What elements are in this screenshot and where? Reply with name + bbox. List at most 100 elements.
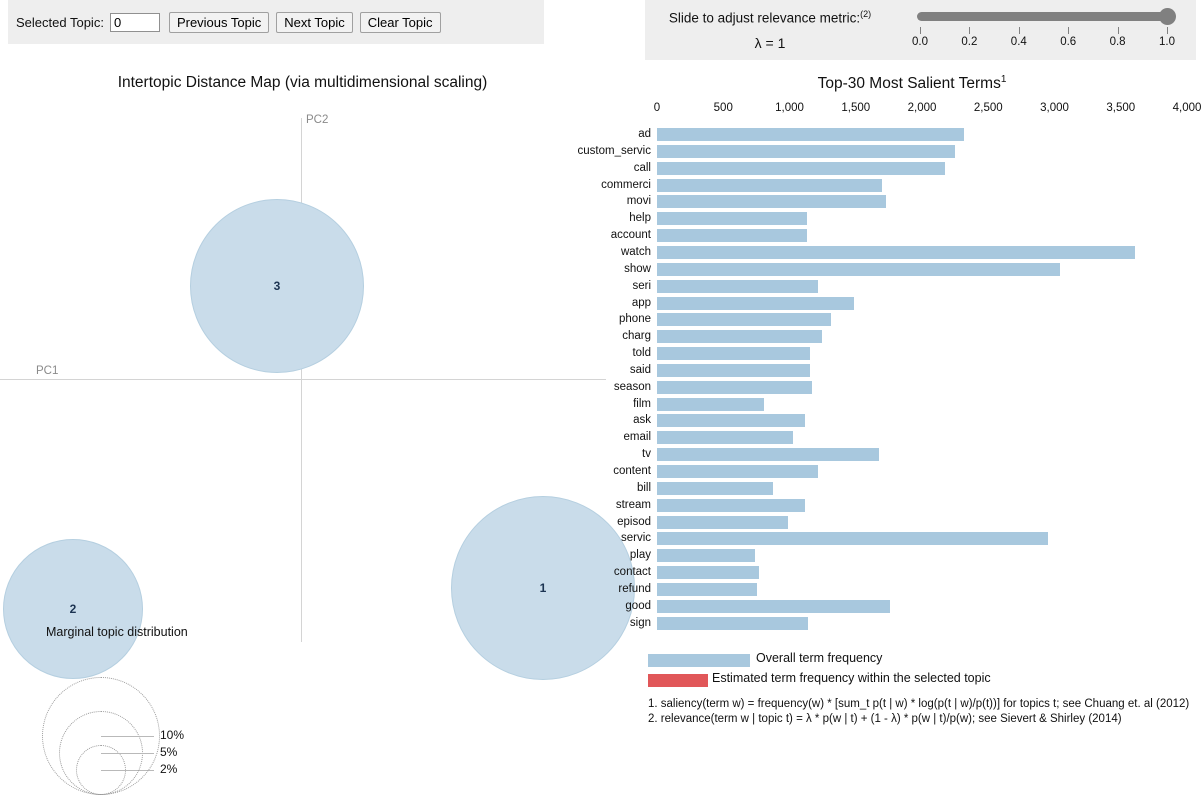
bar-term-label[interactable]: seri [632,280,651,292]
bar-term-label[interactable]: phone [619,313,651,325]
bar-term-label[interactable]: ad [638,128,651,140]
bar-rect[interactable] [657,549,756,563]
slider-handle[interactable] [1159,8,1176,25]
bar-row[interactable]: play [620,548,1204,565]
bar-rect[interactable] [657,296,855,310]
bar-row[interactable]: app [620,296,1204,313]
bar-row[interactable]: show [620,262,1204,279]
bar-row[interactable]: film [620,397,1204,414]
bar-rect[interactable] [657,414,805,428]
bar-rect[interactable] [657,515,789,529]
bar-row[interactable]: contact [614,565,1204,582]
bar-term-label[interactable]: email [624,431,651,443]
bar-row[interactable]: ad [620,127,1204,144]
bar-rect[interactable] [657,532,1048,546]
bar-row[interactable]: custom_servic [578,144,1204,161]
clear-topic-button[interactable]: Clear Topic [359,11,441,33]
bar-term-label[interactable]: account [611,229,651,241]
topic-circle-3[interactable]: 3 [190,199,364,373]
bar-term-label[interactable]: custom_servic [578,145,652,157]
bar-term-label[interactable]: good [625,600,651,612]
bar-term-label[interactable]: play [630,549,651,561]
bar-term-label[interactable]: contact [614,566,651,578]
relevance-slider[interactable]: 0.0 0.2 0.4 0.6 0.8 1.0 [912,8,1183,52]
previous-topic-button[interactable]: Previous Topic [168,11,270,33]
bar-rect[interactable] [657,229,807,243]
selected-topic-input[interactable] [109,12,160,32]
bar-row[interactable]: refund [618,582,1204,599]
bar-term-label[interactable]: refund [618,583,651,595]
bar-row[interactable]: help [620,211,1204,228]
bar-row[interactable]: ask [620,413,1204,430]
bar-term-label[interactable]: episod [617,516,651,528]
bar-row[interactable]: charg [620,329,1204,346]
bar-term-label[interactable]: call [634,162,651,174]
bar-row[interactable]: bill [620,481,1204,498]
bar-term-label[interactable]: bill [637,482,651,494]
bar-row[interactable]: movi [620,194,1204,211]
bar-row[interactable]: seri [620,279,1204,296]
bar-row[interactable]: content [613,464,1204,481]
bar-rect[interactable] [657,599,891,613]
intertopic-map-plot[interactable]: PC2 PC1 3 2 1 [0,62,635,680]
bar-row[interactable]: tv [620,447,1204,464]
bar-row[interactable]: commerci [601,178,1204,195]
bar-rect[interactable] [657,144,956,158]
bar-row[interactable]: season [614,380,1204,397]
bar-row[interactable]: stream [616,498,1204,515]
bar-rect[interactable] [657,313,832,327]
bar-rect[interactable] [657,347,811,361]
bar-term-label[interactable]: help [629,212,651,224]
next-topic-button[interactable]: Next Topic [276,11,353,33]
bar-row[interactable]: good [620,599,1204,616]
bar-term-label[interactable]: charg [622,330,651,342]
bar-row[interactable]: said [620,363,1204,380]
bar-rect[interactable] [657,128,965,141]
bar-rect[interactable] [657,245,1136,259]
bar-term-label[interactable]: film [633,398,651,410]
bar-term-label[interactable]: stream [616,499,651,511]
bar-row[interactable]: sign [620,616,1204,633]
bar-term-label[interactable]: commerci [601,179,651,191]
bar-term-label[interactable]: content [613,465,651,477]
bar-row[interactable]: phone [619,312,1204,329]
bar-rect[interactable] [657,212,807,226]
bar-rect[interactable] [657,279,818,293]
bar-row[interactable]: account [611,228,1204,245]
bar-row[interactable]: episod [617,515,1204,532]
bar-row[interactable]: told [620,346,1204,363]
bar-rect[interactable] [657,566,760,580]
bar-row[interactable]: call [620,161,1204,178]
bar-term-label[interactable]: movi [627,195,651,207]
bar-term-label[interactable]: said [630,364,651,376]
bar-term-label[interactable]: sign [630,617,651,629]
bar-rect[interactable] [657,380,813,394]
slider-track[interactable] [917,12,1169,21]
bar-term-label[interactable]: show [624,263,651,275]
bar-rect[interactable] [657,465,818,478]
bar-term-label[interactable]: told [632,347,651,359]
bar-rect[interactable] [657,397,765,411]
bar-rect[interactable] [657,448,879,462]
bar-rect[interactable] [657,178,883,192]
bar-term-label[interactable]: tv [642,448,651,460]
bar-rect[interactable] [657,330,822,344]
bar-rect[interactable] [657,498,805,512]
bar-rect[interactable] [657,195,887,209]
bar-term-label[interactable]: ask [633,414,651,426]
bar-row[interactable]: watch [620,245,1204,262]
bar-row[interactable]: servic [620,531,1204,548]
bar-term-label[interactable]: watch [621,246,651,258]
bar-term-label[interactable]: season [614,381,651,393]
bar-rect[interactable] [657,431,793,445]
bar-rect[interactable] [657,161,946,175]
bar-term-label[interactable]: servic [621,532,651,544]
topic-circle-1[interactable]: 1 [451,496,635,680]
bar-rect[interactable] [657,582,758,596]
bar-term-label[interactable]: app [632,297,651,309]
bar-row[interactable]: email [620,430,1204,447]
bar-rect[interactable] [657,481,773,495]
bar-rect[interactable] [657,616,809,630]
bar-rect[interactable] [657,262,1060,276]
bar-rect[interactable] [657,363,811,377]
